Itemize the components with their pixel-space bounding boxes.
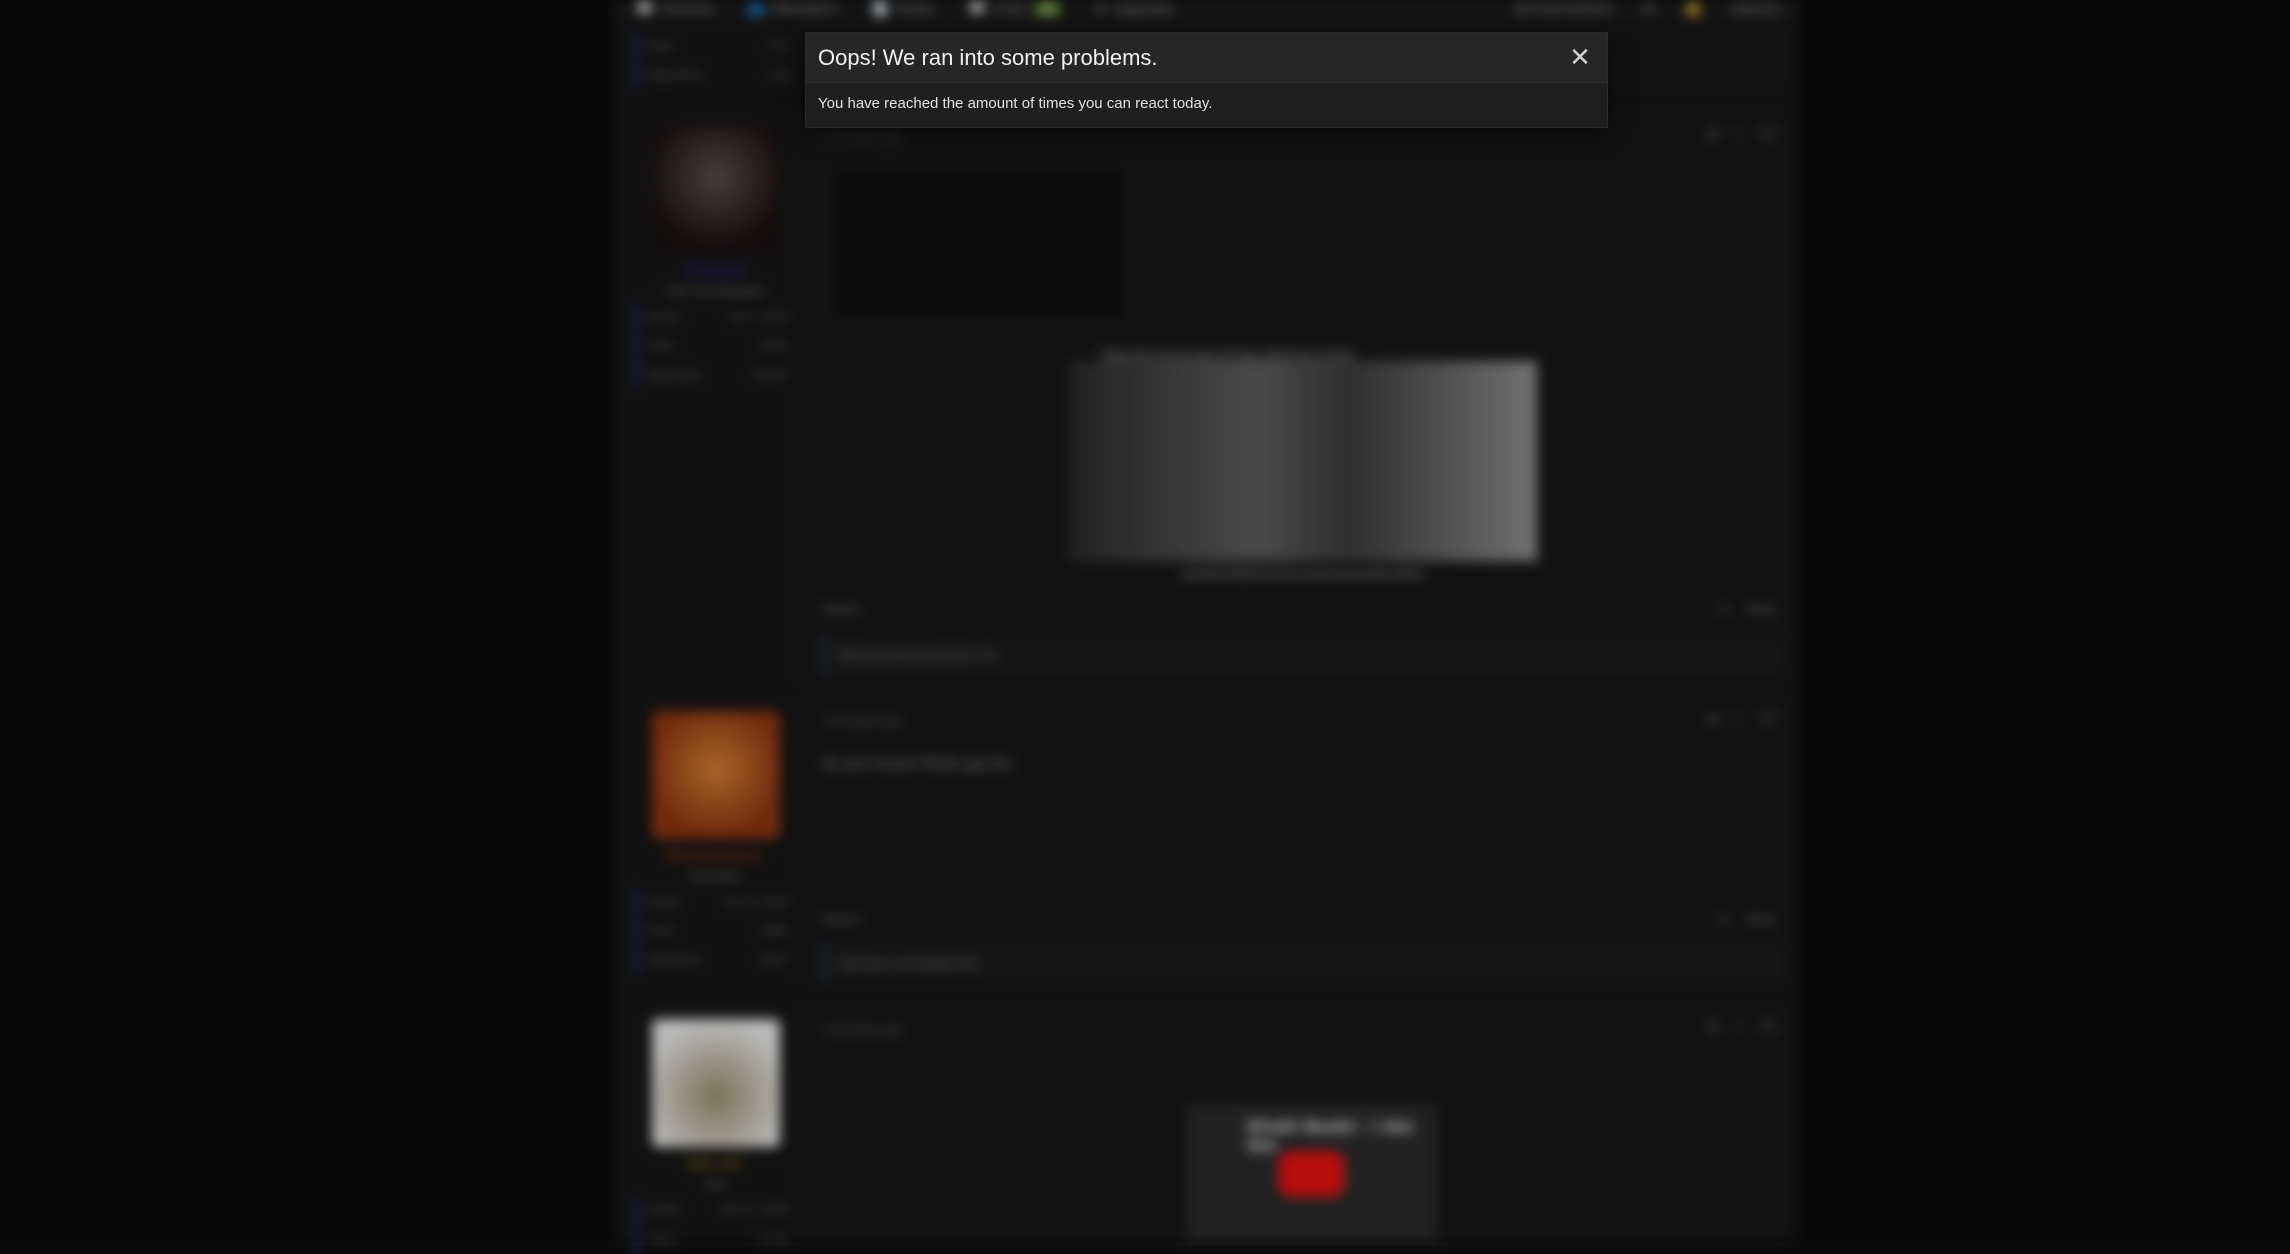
close-icon[interactable]: ✕ — [1567, 45, 1593, 71]
dialog-title: Oops! We ran into some problems. — [818, 44, 1158, 70]
dialog-message: You have reached the amount of times you… — [818, 95, 1213, 112]
dialog-header: Oops! We ran into some problems. ✕ — [806, 33, 1607, 83]
error-dialog: Oops! We ran into some problems. ✕ You h… — [805, 32, 1608, 128]
modal-backdrop[interactable] — [0, 0, 2290, 1242]
